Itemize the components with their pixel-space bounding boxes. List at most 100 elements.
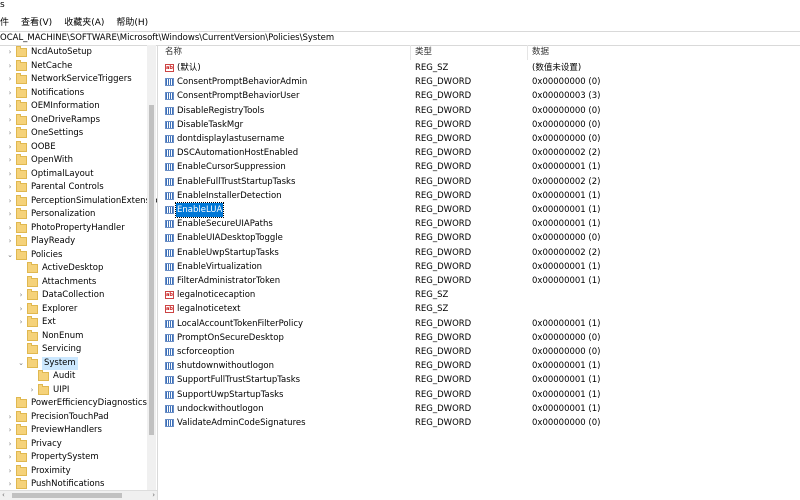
tree-item[interactable]: › Ext	[17, 316, 56, 329]
tree-item[interactable]: ActiveDesktop	[17, 262, 103, 275]
chevron-right-icon[interactable]: ›	[6, 195, 14, 208]
chevron-right-icon[interactable]: ›	[6, 222, 14, 235]
tree-item[interactable]: › PrecisionTouchPad	[6, 410, 109, 424]
column-header-type[interactable]: 类型	[410, 45, 527, 60]
registry-value-row[interactable]: EnableInstallerDetection REG_DWORD 0x00000…	[161, 189, 800, 203]
tree-item[interactable]: › OEMInformation	[6, 100, 100, 113]
tree-item[interactable]: › NcdAutoSetup	[6, 46, 92, 59]
tree-item[interactable]: › UIPI	[28, 383, 69, 397]
registry-value-row[interactable]: SupportFullTrustStartupTasks REG_DWORD 0x0…	[161, 373, 800, 387]
tree-item[interactable]: ⌄ System	[17, 356, 78, 370]
tree-item[interactable]: › PhotoPropertyHandler	[6, 221, 125, 235]
registry-value-row[interactable]: SupportUwpStartupTasks REG_DWORD 0x0000000…	[161, 388, 800, 402]
tree-item[interactable]: › DataCollection	[17, 289, 104, 302]
registry-value-row[interactable]: ab (默认) REG_SZ (数值未设置)	[161, 61, 800, 75]
tree-item[interactable]: › PlayReady	[6, 235, 75, 248]
chevron-right-icon[interactable]: ›	[6, 100, 14, 113]
chevron-right-icon[interactable]: ›	[6, 60, 14, 73]
tree-item[interactable]: › Parental Controls	[6, 181, 104, 194]
scroll-left-icon[interactable]: ‹	[2, 491, 5, 500]
chevron-right-icon[interactable]: ›	[6, 46, 14, 59]
chevron-right-icon[interactable]: ›	[6, 438, 14, 451]
registry-value-row[interactable]: PromptOnSecureDesktop REG_DWORD 0x00000000…	[161, 331, 800, 345]
column-header-name[interactable]: 名称	[165, 45, 410, 60]
registry-value-row[interactable]: EnableFullTrustStartupTasks REG_DWORD 0x00…	[161, 175, 800, 189]
chevron-right-icon[interactable]: ›	[6, 154, 14, 167]
chevron-right-icon[interactable]: ›	[6, 451, 14, 464]
registry-value-row[interactable]: scforceoption REG_DWORD 0x00000000 (0)	[161, 345, 800, 359]
tree-item[interactable]: › PerceptionSimulationExtensio	[6, 194, 157, 208]
scrollbar-thumb[interactable]	[12, 493, 122, 498]
registry-value-row[interactable]: EnableSecureUIAPaths REG_DWORD 0x00000001 …	[161, 217, 800, 231]
registry-value-row[interactable]: dontdisplaylastusername REG_DWORD 0x000000…	[161, 132, 800, 146]
column-header-data[interactable]: 数据	[527, 45, 800, 60]
tree-item[interactable]: › PreviewHandlers	[6, 424, 102, 437]
chevron-down-icon[interactable]: ⌄	[17, 357, 25, 370]
registry-value-row[interactable]: EnableUIADesktopToggle REG_DWORD 0x0000000…	[161, 231, 800, 245]
tree-item[interactable]: Audit	[28, 370, 75, 383]
value-name: dontdisplaylastusername	[177, 134, 285, 144]
address-bar[interactable]: OCAL_MACHINE\SOFTWARE\Microsoft\Windows\…	[0, 31, 800, 46]
chevron-down-icon[interactable]: ⌄	[6, 249, 14, 262]
tree-item[interactable]: › Privacy	[6, 437, 62, 451]
tree-item[interactable]: Servicing	[17, 343, 81, 356]
menu-item-file-partial[interactable]: 件	[0, 15, 15, 28]
tree-item[interactable]: › Proximity	[6, 464, 71, 478]
scrollbar-thumb[interactable]	[149, 105, 154, 435]
chevron-right-icon[interactable]: ›	[17, 289, 25, 302]
tree-item[interactable]: › OneSettings	[6, 127, 83, 140]
registry-value-row[interactable]: ConsentPromptBehaviorUser REG_DWORD 0x0000…	[161, 89, 800, 103]
chevron-right-icon[interactable]: ›	[6, 424, 14, 437]
registry-value-row[interactable]: FilterAdministratorToken REG_DWORD 0x00000…	[161, 274, 800, 288]
registry-value-row[interactable]: DisableRegistryTools REG_DWORD 0x00000000 …	[161, 104, 800, 118]
chevron-right-icon[interactable]: ›	[6, 87, 14, 100]
chevron-right-icon[interactable]: ›	[6, 208, 14, 221]
tree-item[interactable]: › OOBE	[6, 140, 56, 154]
tree-item[interactable]: › Explorer	[17, 302, 77, 316]
registry-value-row[interactable]: ConsentPromptBehaviorAdmin REG_DWORD 0x000…	[161, 75, 800, 89]
tree-item[interactable]: PowerEfficiencyDiagnostics	[6, 397, 147, 410]
registry-value-row[interactable]: EnableLUA REG_DWORD 0x00000001 (1)	[161, 202, 800, 218]
chevron-right-icon[interactable]: ›	[6, 465, 14, 478]
tree-item[interactable]: › OpenWith	[6, 154, 73, 167]
chevron-right-icon[interactable]: ›	[6, 181, 14, 194]
registry-value-row[interactable]: DisableTaskMgr REG_DWORD 0x00000000 (0)	[161, 118, 800, 132]
tree-item[interactable]: › OptimalLayout	[6, 167, 94, 181]
tree-item[interactable]: › OneDriveRamps	[6, 113, 100, 127]
folder-icon	[16, 154, 27, 165]
tree-item[interactable]: › Notifications	[6, 86, 84, 100]
registry-value-row[interactable]: EnableCursorSuppression REG_DWORD 0x000000…	[161, 160, 800, 174]
chevron-right-icon[interactable]: ›	[6, 114, 14, 127]
registry-value-row[interactable]: undockwithoutlogon REG_DWORD 0x00000001 (1…	[161, 402, 800, 416]
registry-value-row[interactable]: EnableVirtualization REG_DWORD 0x00000001 …	[161, 260, 800, 274]
chevron-right-icon[interactable]: ›	[6, 127, 14, 140]
registry-value-row[interactable]: ab legalnoticetext REG_SZ	[161, 302, 800, 316]
chevron-right-icon[interactable]: ›	[6, 411, 14, 424]
registry-value-row[interactable]: LocalAccountTokenFilterPolicy REG_DWORD 0x…	[161, 317, 800, 331]
registry-value-row[interactable]: DSCAutomationHostEnabled REG_DWORD 0x00000…	[161, 146, 800, 160]
registry-value-row[interactable]: ValidateAdminCodeSignatures REG_DWORD 0x00…	[161, 416, 800, 430]
menu-item-view[interactable]: 查看(V)	[15, 15, 58, 28]
tree-item[interactable]: › Personalization	[6, 208, 95, 221]
tree-item[interactable]: › PropertySystem	[6, 451, 99, 464]
chevron-right-icon[interactable]: ›	[6, 235, 14, 248]
chevron-right-icon[interactable]: ›	[6, 73, 14, 86]
tree-horizontal-scrollbar[interactable]: ‹ ›	[0, 490, 157, 500]
scroll-right-icon[interactable]: ›	[152, 491, 155, 500]
tree-item[interactable]: NonEnum	[17, 329, 83, 343]
menu-item-help[interactable]: 帮助(H)	[110, 15, 154, 28]
tree-item[interactable]: › NetCache	[6, 59, 72, 73]
tree-vertical-scrollbar[interactable]	[147, 45, 156, 490]
chevron-right-icon[interactable]: ›	[17, 303, 25, 316]
registry-value-row[interactable]: ab legalnoticecaption REG_SZ	[161, 288, 800, 302]
chevron-right-icon[interactable]: ›	[28, 384, 36, 397]
menu-item-favorites[interactable]: 收藏夹(A)	[58, 15, 110, 28]
registry-value-row[interactable]: shutdownwithoutlogon REG_DWORD 0x00000001 …	[161, 359, 800, 373]
registry-value-row[interactable]: EnableUwpStartupTasks REG_DWORD 0x00000002…	[161, 246, 800, 260]
chevron-right-icon[interactable]: ›	[6, 168, 14, 181]
chevron-right-icon[interactable]: ›	[17, 316, 25, 329]
chevron-right-icon[interactable]: ›	[6, 141, 14, 154]
tree-item[interactable]: Attachments	[17, 275, 96, 289]
tree-item[interactable]: ⌄ Policies	[6, 248, 62, 262]
tree-item[interactable]: › NetworkServiceTriggers	[6, 73, 132, 86]
